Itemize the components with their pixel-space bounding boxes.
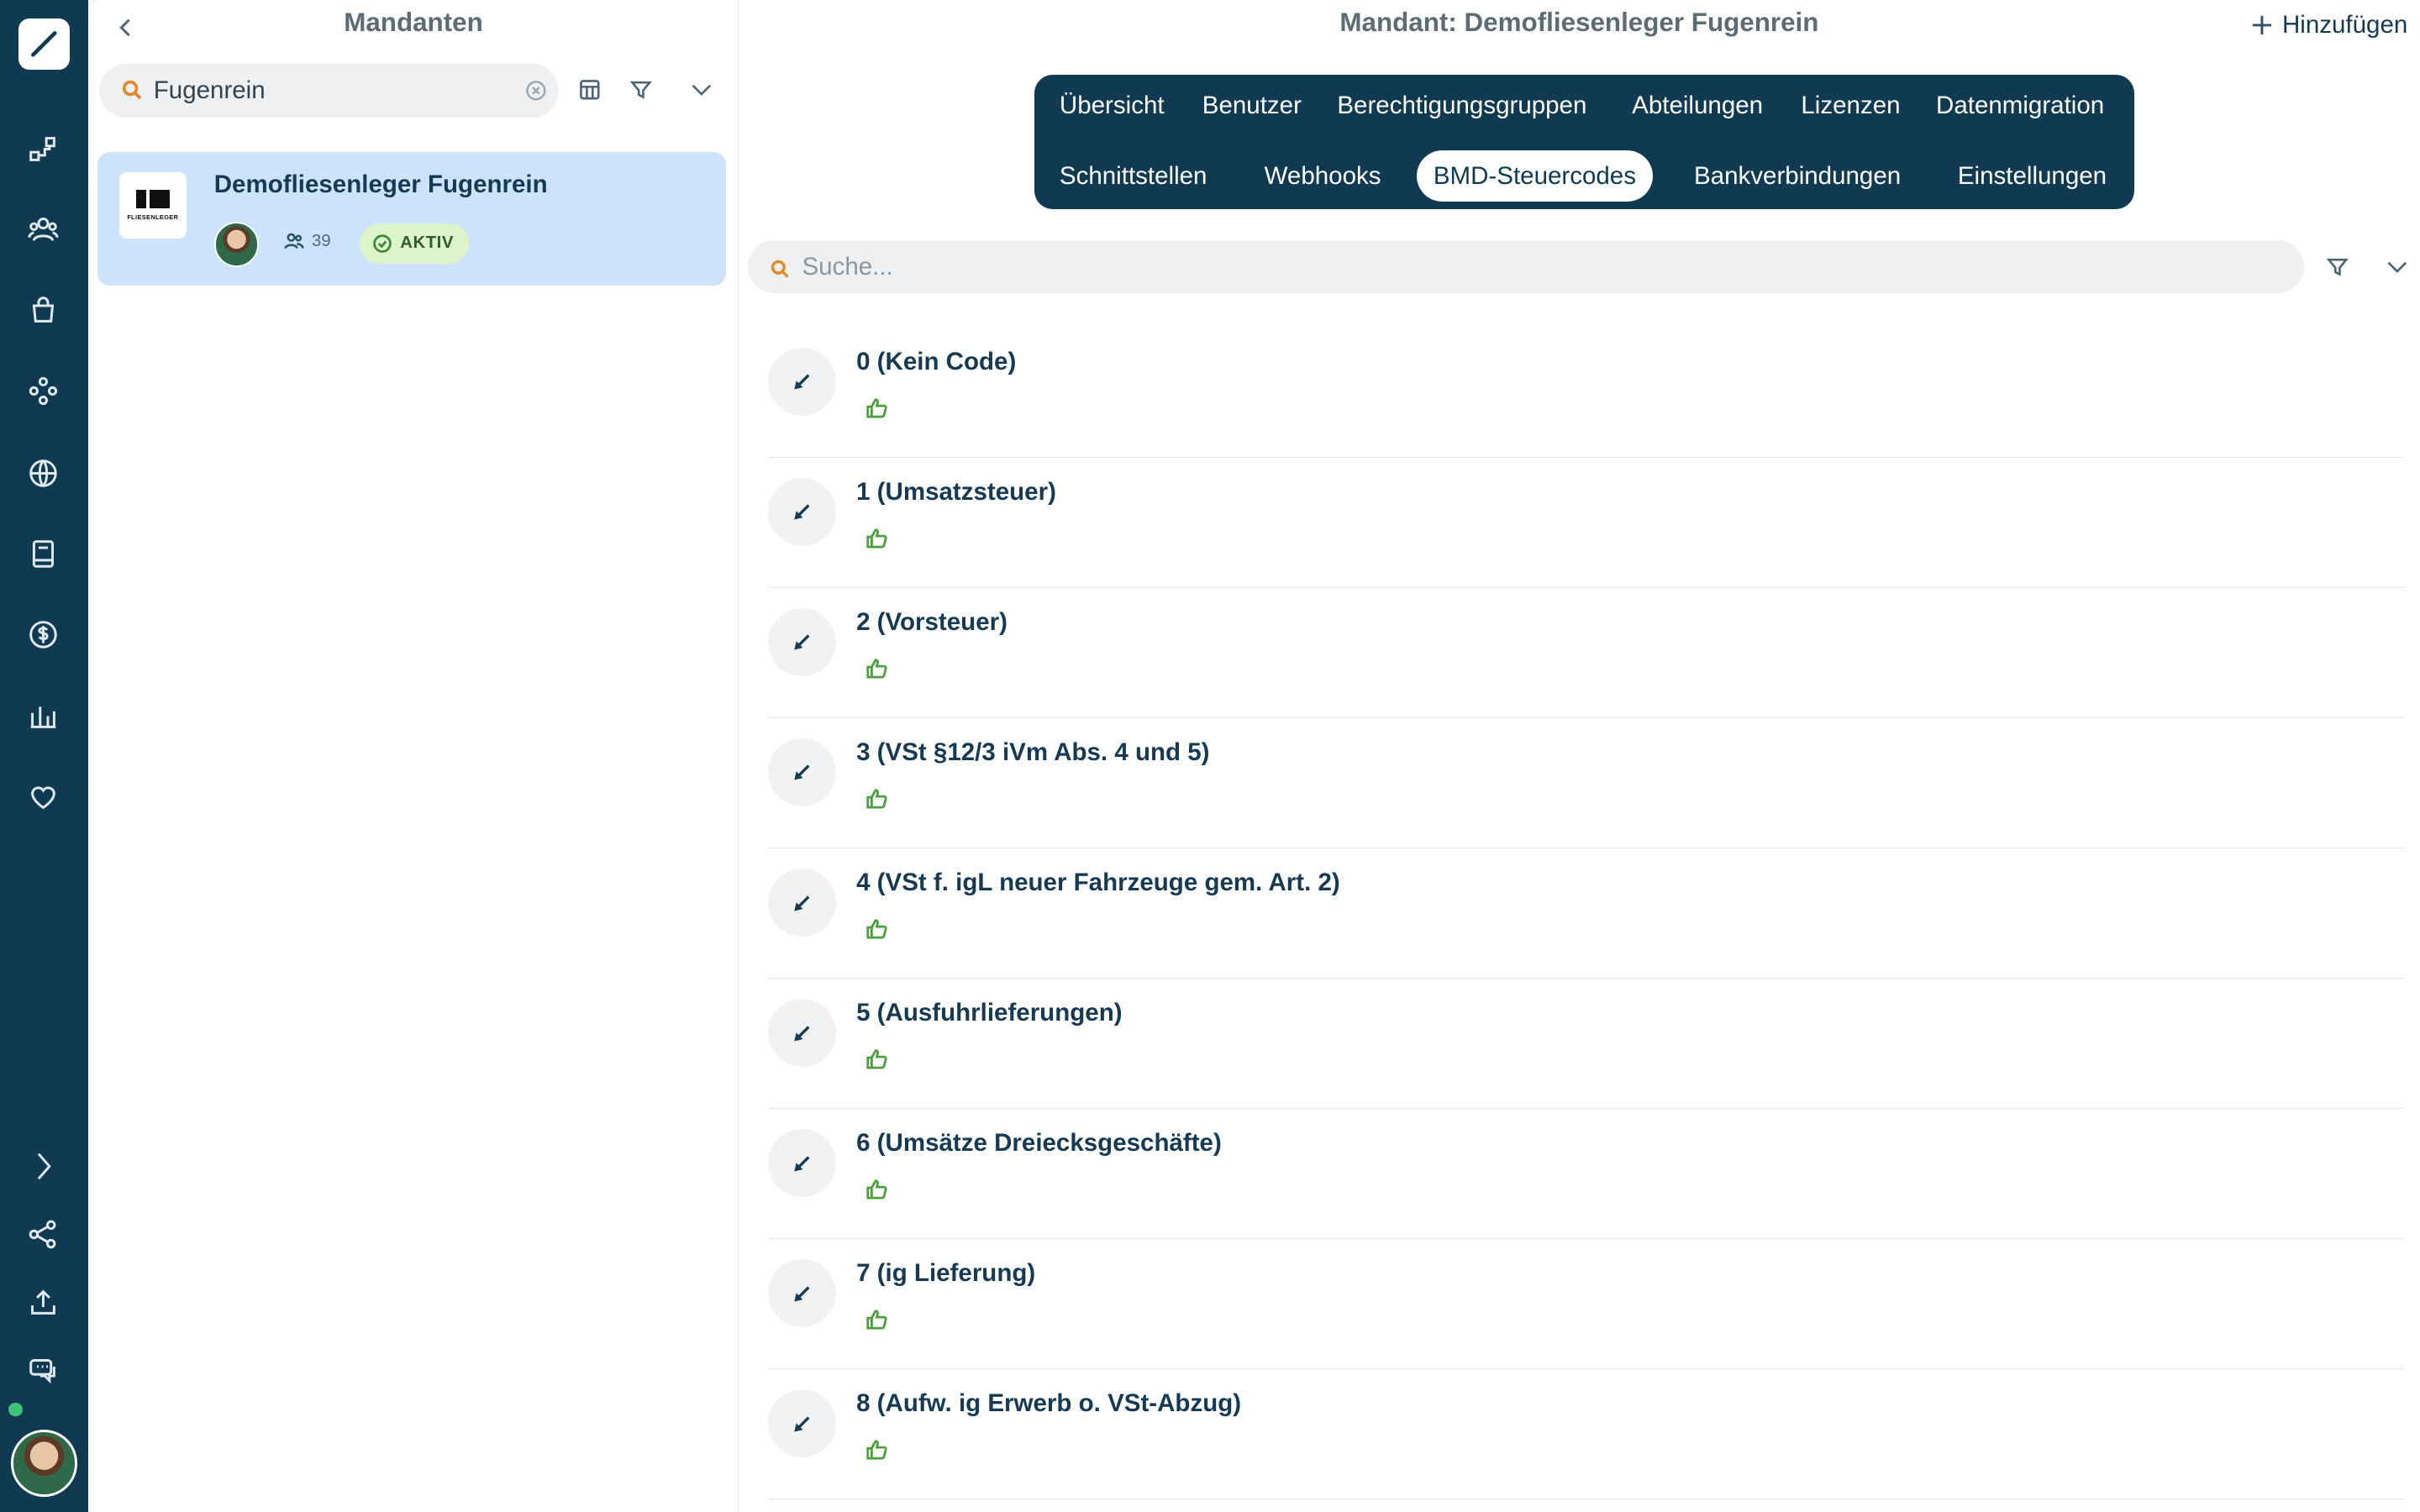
edit-pen-icon[interactable] [767, 738, 837, 806]
tab-abteilungen[interactable]: Abteilungen [1615, 81, 1781, 132]
tab-bmd-steuercodes[interactable]: BMD-Steuercodes [1416, 150, 1654, 202]
client-card[interactable]: FLIESENLEGER Demofliesenleger Fugenrein … [97, 151, 726, 286]
list-item[interactable]: 6 (Umsätze Dreiecksgeschäfte) [767, 1109, 2403, 1240]
thumbs-up-icon[interactable] [865, 1179, 887, 1200]
share-icon[interactable] [22, 1213, 66, 1257]
clients-panel: Mandanten FLIESENLEGER Demofliesenleger … [88, 0, 739, 1512]
edit-pen-icon[interactable] [767, 1129, 837, 1198]
list-item[interactable]: 4 (VSt f. igL neuer Fahrzeuge gem. Art. … [767, 848, 2403, 979]
shopping-bag-icon[interactable] [22, 288, 66, 332]
client-name: Demofliesenleger Fugenrein [213, 171, 548, 199]
client-logo: FLIESENLEGER [119, 171, 187, 239]
thumbs-up-icon[interactable] [865, 397, 887, 419]
app-window: Mandanten FLIESENLEGER Demofliesenleger … [0, 0, 2420, 1512]
dollar-icon[interactable] [22, 612, 66, 656]
code-label: 6 (Umsätze Dreiecksgeschäfte) [856, 1129, 1222, 1158]
navigation-rail [0, 0, 89, 1512]
code-search-input[interactable] [802, 249, 2199, 284]
book-icon[interactable] [22, 532, 66, 575]
list-item[interactable]: 5 (Ausfuhrlieferungen) [767, 979, 2403, 1110]
chat-icon[interactable] [22, 1349, 66, 1393]
tab-berechtigungsgruppen[interactable]: Berechtigungsgruppen [1320, 81, 1604, 132]
heart-icon[interactable] [22, 775, 66, 819]
code-label: 4 (VSt f. igL neuer Fahrzeuge gem. Art. … [856, 868, 1340, 896]
edit-pen-icon[interactable] [767, 477, 837, 546]
tab-lizenzen[interactable]: Lizenzen [1784, 81, 1918, 132]
thumbs-up-icon[interactable] [865, 918, 887, 940]
check-circle-icon [373, 234, 392, 253]
list-item[interactable]: 2 (Vorsteuer) [767, 588, 2403, 718]
code-label: 2 (Vorsteuer) [856, 607, 1007, 636]
bar-chart-icon[interactable] [22, 695, 66, 738]
tab-datenmigration[interactable]: Datenmigration [1919, 81, 2122, 132]
chevron-right-icon[interactable] [22, 1144, 66, 1188]
edit-pen-icon[interactable] [767, 607, 837, 676]
tab-bar: Übersicht Benutzer Berechtigungsgruppen … [1034, 74, 2135, 210]
chevron-down-icon[interactable] [684, 73, 718, 108]
tab-uebersicht[interactable]: Übersicht [1043, 81, 1181, 132]
client-search[interactable] [99, 63, 559, 118]
tab-webhooks[interactable]: Webhooks [1247, 150, 1398, 202]
code-label: 1 (Umsatzsteuer) [856, 477, 1056, 506]
workflow-icon[interactable] [22, 127, 66, 171]
search-icon [121, 79, 143, 101]
code-label: 0 (Kein Code) [856, 347, 1017, 375]
filter-icon[interactable] [623, 73, 658, 108]
user-avatar[interactable] [10, 1430, 78, 1497]
edit-pen-icon[interactable] [767, 1259, 837, 1328]
list-item[interactable]: 7 (ig Lieferung) [767, 1239, 2403, 1370]
thumbs-up-icon[interactable] [865, 1309, 887, 1331]
client-search-input[interactable] [153, 72, 511, 109]
list-item[interactable]: 1 (Umsatzsteuer) [767, 458, 2403, 588]
code-label: 8 (Aufw. ig Erwerb o. VSt-Abzug) [856, 1389, 1242, 1418]
edit-pen-icon[interactable] [767, 347, 837, 416]
edit-pen-icon[interactable] [767, 868, 837, 937]
code-label: 7 (ig Lieferung) [856, 1259, 1036, 1288]
filter-icon[interactable] [2321, 249, 2355, 284]
app-logo-icon[interactable] [18, 18, 71, 71]
panel-title: Mandanten [344, 8, 483, 38]
code-label: 3 (VSt §12/3 iVm Abs. 4 und 5) [856, 738, 1210, 766]
list-item[interactable]: 8 (Aufw. ig Erwerb o. VSt-Abzug) [767, 1369, 2403, 1500]
list-item[interactable]: 3 (VSt §12/3 iVm Abs. 4 und 5) [767, 718, 2403, 848]
client-detail: Mandant: Demofliesenleger Fugenrein Hinz… [738, 0, 2420, 1512]
status-badge: AKTIV [360, 223, 470, 264]
thumbs-up-icon[interactable] [865, 528, 887, 549]
add-button[interactable]: Hinzufügen [2251, 11, 2407, 39]
edit-pen-icon[interactable] [767, 1389, 837, 1458]
tab-benutzer[interactable]: Benutzer [1185, 81, 1318, 132]
table-view-icon[interactable] [572, 73, 607, 108]
thumbs-up-icon[interactable] [865, 1439, 887, 1461]
thumbs-up-icon[interactable] [865, 788, 887, 810]
tab-bankverbindungen[interactable]: Bankverbindungen [1677, 150, 1918, 202]
search-icon [770, 257, 790, 279]
online-status-dot [8, 1401, 24, 1418]
page-title: Mandant: Demofliesenleger Fugenrein [1339, 8, 1819, 38]
modules-icon[interactable] [22, 369, 66, 412]
thumbs-up-icon[interactable] [865, 658, 887, 680]
user-count: 39 [284, 231, 331, 251]
thumbs-up-icon[interactable] [865, 1048, 887, 1070]
globe-icon[interactable] [22, 451, 66, 495]
edit-pen-icon[interactable] [767, 998, 837, 1068]
upload-icon[interactable] [22, 1281, 66, 1325]
users-icon [284, 233, 304, 249]
clear-search-icon[interactable] [524, 79, 550, 104]
tab-schnittstellen[interactable]: Schnittstellen [1043, 150, 1224, 202]
users-icon[interactable] [22, 207, 66, 251]
client-owner-avatar [213, 222, 260, 267]
code-label: 5 (Ausfuhrlieferungen) [856, 998, 1123, 1026]
code-search[interactable] [747, 240, 2304, 293]
plus-icon [2252, 15, 2272, 34]
tab-einstellungen[interactable]: Einstellungen [1941, 150, 2124, 202]
list-item[interactable]: 0 (Kein Code) [767, 328, 2403, 458]
chevron-down-icon[interactable] [2380, 249, 2414, 284]
